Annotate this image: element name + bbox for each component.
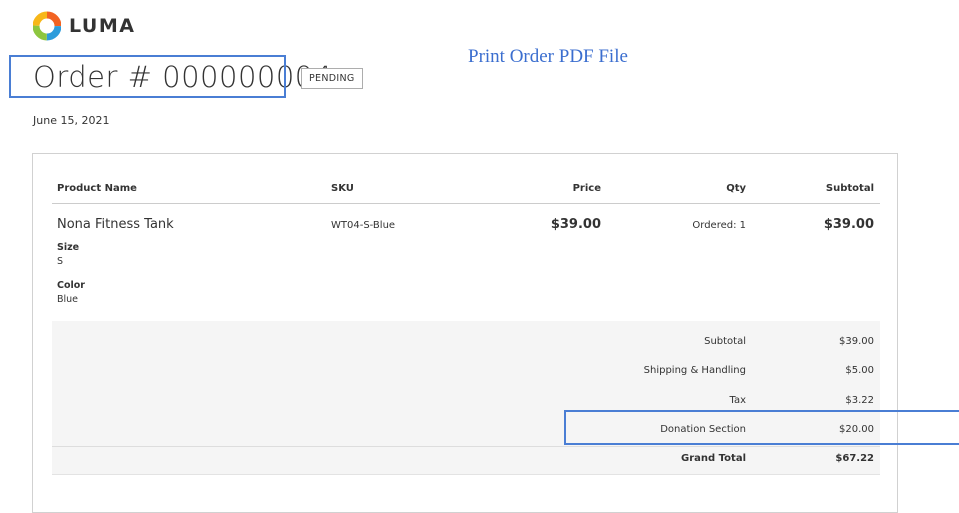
header-divider [52,203,880,204]
totals-subtotal-label: Subtotal [704,336,746,347]
option-value-color: Blue [57,294,79,305]
status-badge: PENDING [301,68,363,89]
luma-logo-icon [33,11,61,41]
brand-name: LUMA [69,15,136,37]
order-totals [52,321,880,474]
header-product-name: Product Name [57,183,137,194]
totals-tax-value: $3.22 [845,395,874,406]
luma-logo[interactable]: LUMA [33,11,135,41]
totals-tax-label: Tax [729,395,747,406]
option-label-color: Color [57,280,85,291]
totals-bottom-divider [52,474,880,475]
header-price: Price [572,183,601,194]
totals-grand-label: Grand Total [681,453,746,464]
totals-shipping-label: Shipping & Handling [643,365,746,376]
totals-shipping-value: $5.00 [845,365,874,376]
print-order-link[interactable]: Print Order PDF File [468,46,628,68]
header-subtotal: Subtotal [825,183,874,194]
product-qty: Ordered: 1 [692,220,746,231]
option-value-size: S [57,256,64,267]
product-sku: WT04-S-Blue [331,220,396,231]
header-sku: SKU [331,183,354,194]
totals-subtotal-value: $39.00 [839,336,874,347]
product-name: Nona Fitness Tank [57,217,174,232]
product-subtotal: $39.00 [823,217,874,232]
totals-grand-value: $67.22 [835,453,874,464]
option-label-size: Size [57,242,80,253]
product-price: $39.00 [550,217,601,232]
order-date: June 15, 2021 [33,114,110,127]
header-qty: Qty [726,183,746,194]
donation-highlight [564,410,959,445]
grand-total-divider [52,446,880,447]
order-title-highlight [9,55,286,98]
